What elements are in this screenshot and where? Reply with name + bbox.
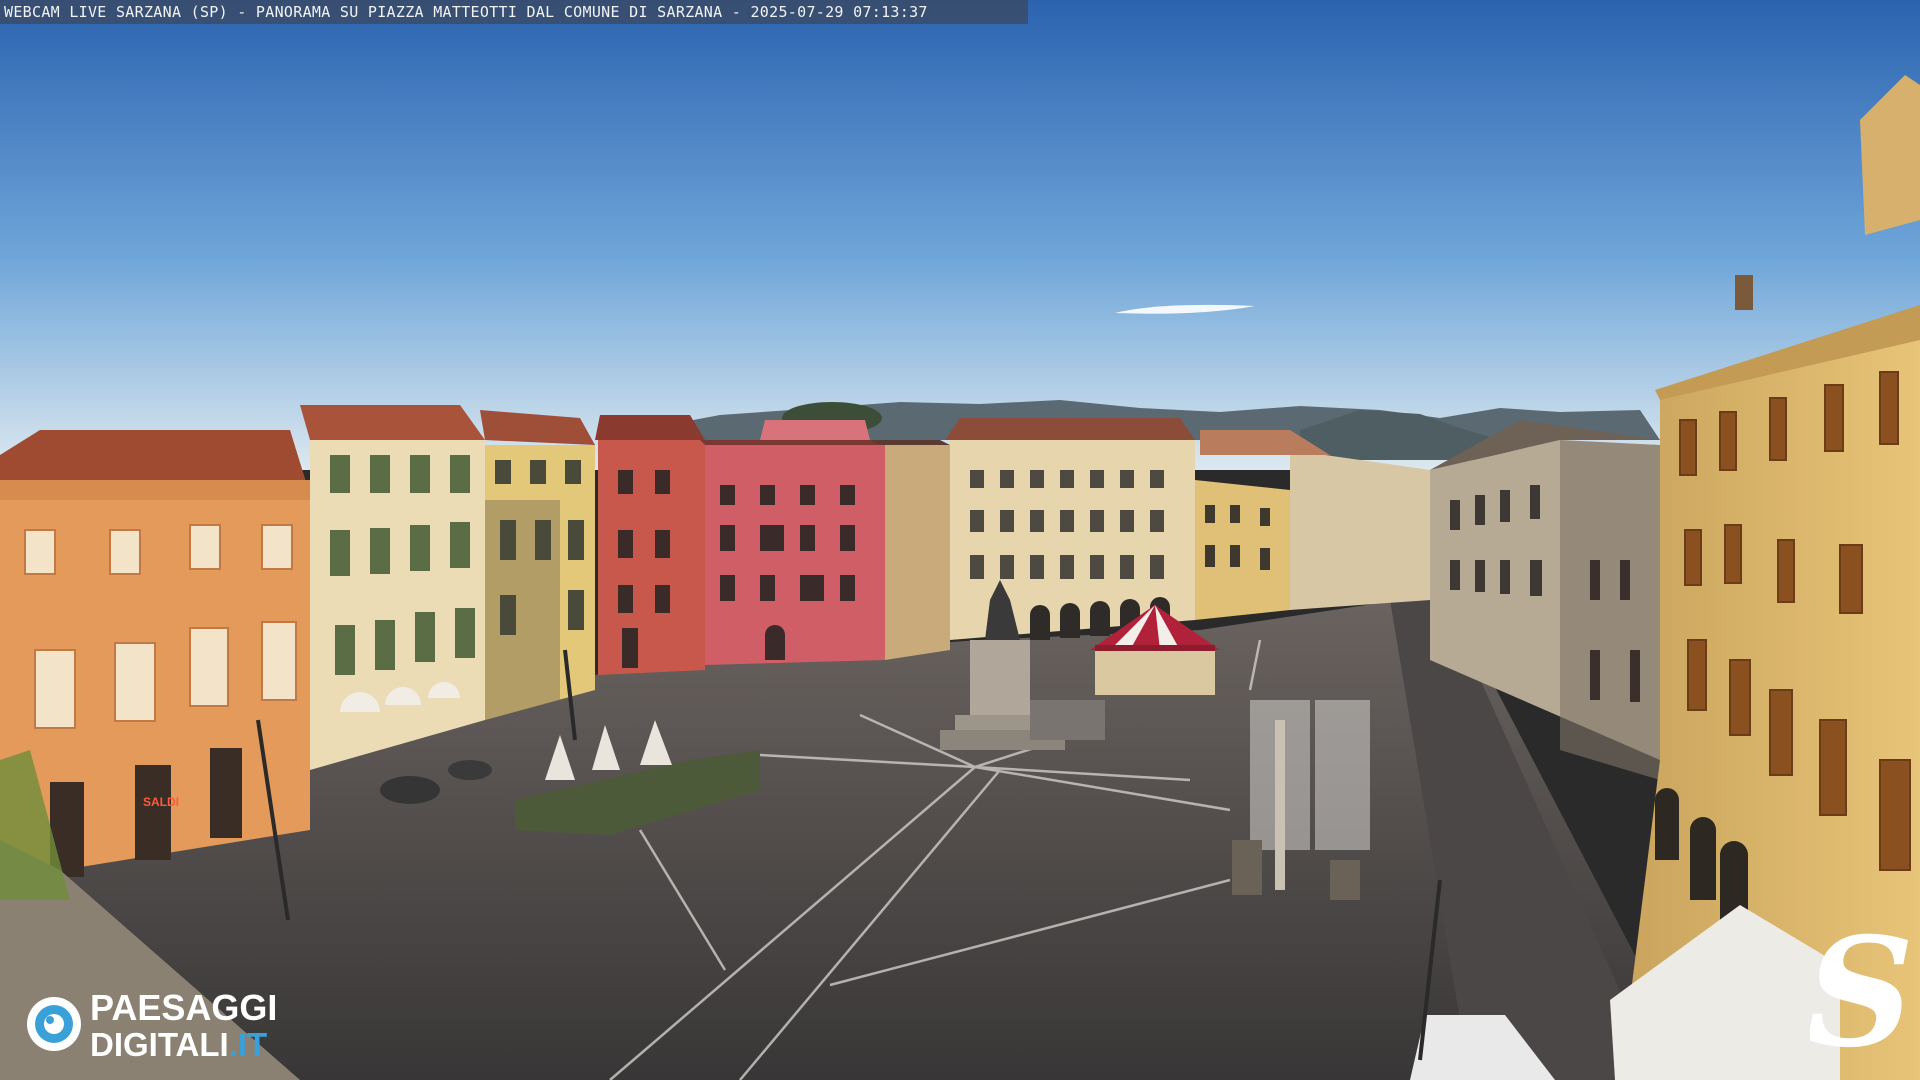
sky	[0, 0, 1920, 470]
camera-eye-icon	[27, 997, 81, 1051]
logo-text-line2: DIGITALI	[90, 1026, 229, 1060]
logo-s-letter: S	[1810, 920, 1910, 1060]
beige-building	[885, 445, 950, 660]
webcam-caption: WEBCAM LIVE SARZANA (SP) - PANORAMA SU P…	[0, 0, 1028, 24]
sarzana-s-logo: S	[1810, 920, 1910, 1060]
distant-facades	[1290, 450, 1430, 610]
grey-building-shadow	[1560, 440, 1660, 780]
red-building	[598, 440, 705, 675]
logo-text-line1: PAESAGGI	[90, 988, 277, 1028]
pink-building	[705, 440, 885, 665]
webcam-frame: SALDI WEBCAM LIVE SARZANA (SP) - PANORAM…	[0, 0, 1920, 1080]
shop-sign: SALDI	[143, 795, 179, 809]
piazza-panorama: SALDI	[0, 0, 1920, 1080]
svg-text:DIGITALI.IT: DIGITALI.IT	[90, 1026, 267, 1060]
logo-text-suffix: .IT	[229, 1026, 268, 1060]
cream-building-roof	[300, 405, 485, 440]
paesaggi-digitali-logo: PAESAGGI DIGITALI.IT	[27, 988, 277, 1060]
